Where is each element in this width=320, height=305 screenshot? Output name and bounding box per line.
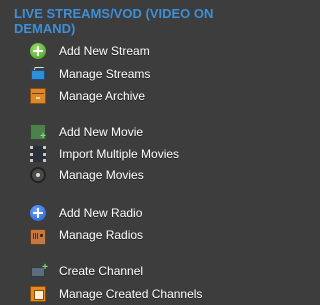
menu-item-label: Create Channel <box>59 264 144 278</box>
menu-item-label: Manage Archive <box>59 89 146 103</box>
copy-icon <box>30 286 46 302</box>
menu-item-manage-archive[interactable]: Manage Archive <box>30 86 145 106</box>
menu-item-manage-movies[interactable]: Manage Movies <box>30 165 144 185</box>
add-movie-icon <box>30 124 46 142</box>
menu-item-create-channel[interactable]: + Create Channel <box>30 261 143 281</box>
menu-item-label: Manage Created Channels <box>59 287 203 301</box>
radio-icon <box>30 228 46 245</box>
menu-item-label: Manage Streams <box>59 67 151 81</box>
menu-item-manage-streams[interactable]: Manage Streams <box>30 64 150 84</box>
add-green-icon <box>30 43 46 59</box>
menu-item-label: Import Multiple Movies <box>59 147 180 161</box>
menu-item-manage-created-channels[interactable]: Manage Created Channels <box>30 284 202 304</box>
menu-item-label: Add New Stream <box>59 44 150 58</box>
menu-item-manage-radios[interactable]: Manage Radios <box>30 225 143 245</box>
menu-item-add-new-movie[interactable]: Add New Movie <box>30 122 143 142</box>
tv-icon <box>30 67 46 83</box>
add-blue-icon <box>30 205 46 221</box>
menu-item-add-new-radio[interactable]: Add New Radio <box>30 203 142 223</box>
tv-add-icon: + <box>30 262 48 280</box>
menu-item-label: Manage Radios <box>59 228 144 242</box>
film-strip-icon <box>30 146 46 162</box>
menu-item-label: Add New Movie <box>59 125 144 139</box>
menu-item-label: Manage Movies <box>59 168 144 182</box>
menu-item-import-multiple-movies[interactable]: Import Multiple Movies <box>30 144 179 164</box>
film-reel-icon <box>30 167 46 183</box>
section-title: LIVE STREAMS/VOD (VIDEO ON DEMAND) <box>14 6 214 36</box>
menu-item-add-new-stream[interactable]: Add New Stream <box>30 41 150 61</box>
sidebar-menu: LIVE STREAMS/VOD (VIDEO ON DEMAND) Add N… <box>0 0 250 305</box>
archive-box-icon <box>30 88 46 104</box>
menu-item-label: Add New Radio <box>59 206 143 220</box>
